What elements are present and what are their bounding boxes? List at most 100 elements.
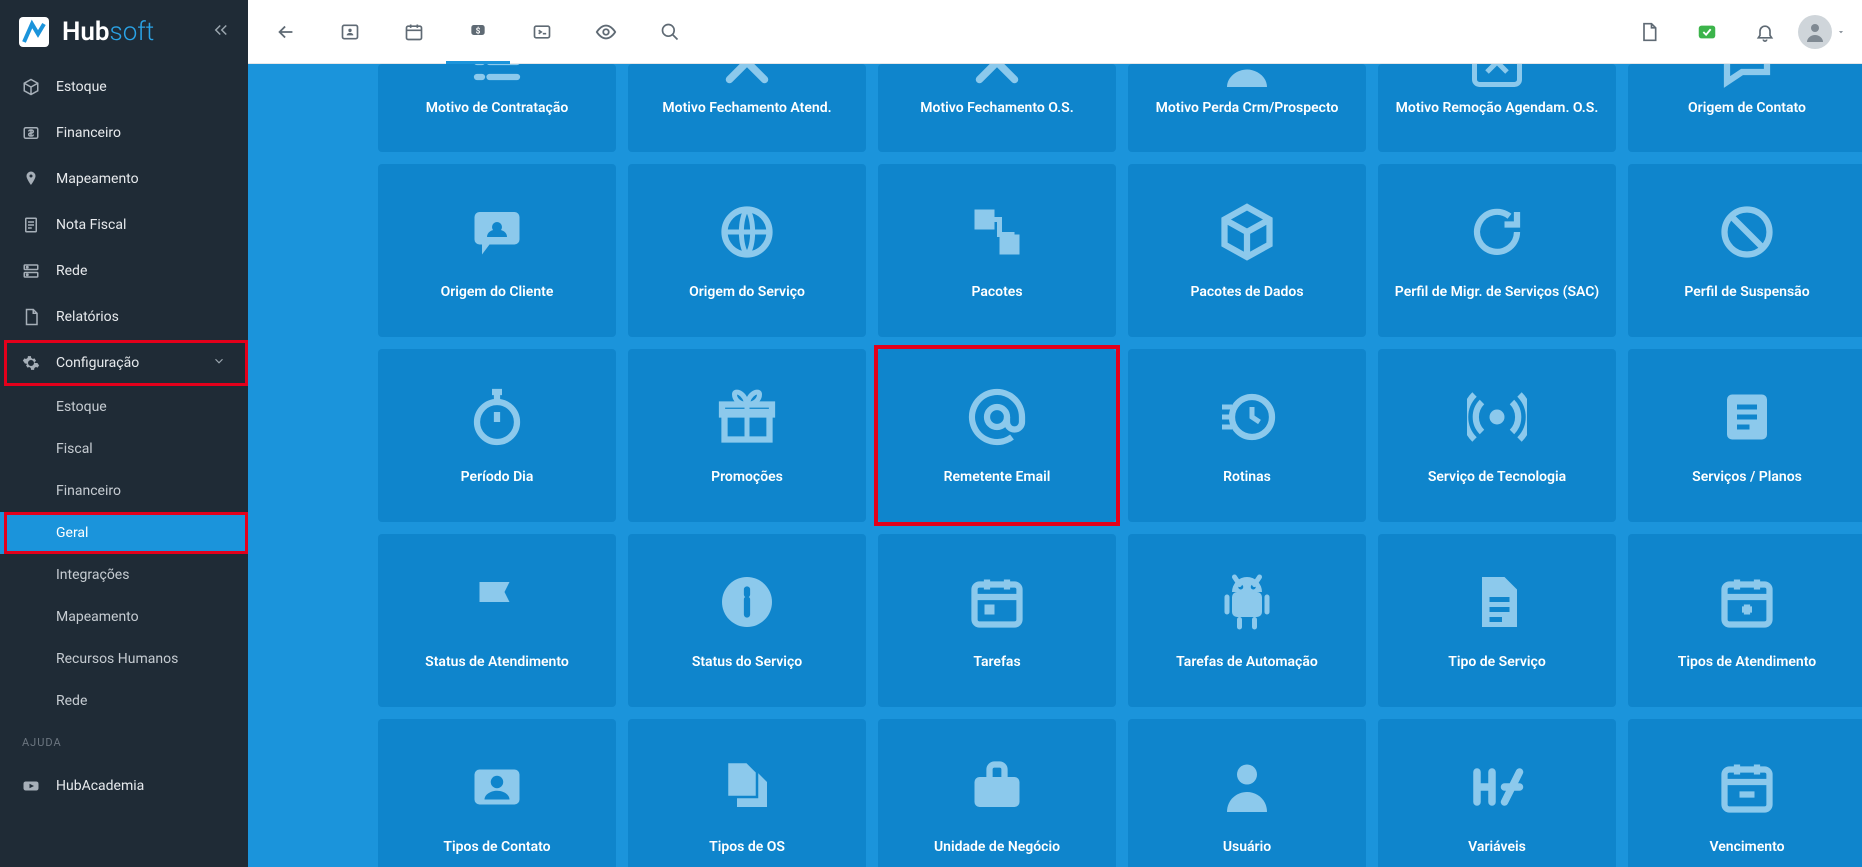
- status-ok-icon[interactable]: [1682, 0, 1732, 64]
- tile-label: Status de Atendimento: [417, 654, 577, 670]
- tile-motivo-fechamento-atend-[interactable]: Motivo Fechamento Atend.: [628, 64, 866, 152]
- sub-fiscal[interactable]: Fiscal: [0, 428, 248, 470]
- tile-rotinas[interactable]: Rotinas: [1128, 349, 1366, 522]
- tile-perfil-de-migr-de-servi-os-sac-[interactable]: Perfil de Migr. de Serviços (SAC): [1378, 164, 1616, 337]
- tile-pacotes[interactable]: Pacotes: [878, 164, 1116, 337]
- refresh-icon: [1467, 202, 1527, 262]
- user-menu[interactable]: [1798, 15, 1846, 49]
- tile-tipos-de-contato[interactable]: Tipos de Contato: [378, 719, 616, 867]
- tile-usu-rio[interactable]: Usuário: [1128, 719, 1366, 867]
- at-icon: [967, 387, 1027, 447]
- clock-fast-icon: [1217, 387, 1277, 447]
- info-icon: [717, 572, 777, 632]
- user-card-icon: [467, 757, 527, 817]
- nav-configuracao[interactable]: Configuração: [0, 340, 248, 386]
- tile-label: Tarefas de Automação: [1168, 654, 1326, 670]
- ban-icon: [1717, 202, 1777, 262]
- tile-vari-veis[interactable]: Variáveis: [1378, 719, 1616, 867]
- tile-promo-es[interactable]: Promoções: [628, 349, 866, 522]
- nav-estoque[interactable]: Estoque: [0, 64, 248, 110]
- nav-financeiro[interactable]: Financeiro: [0, 110, 248, 156]
- tile-status-de-atendimento[interactable]: Status de Atendimento: [378, 534, 616, 707]
- tile-label: Unidade de Negócio: [926, 839, 1068, 855]
- main-area: $ Motivo de Contratação Motivo Fechamento…: [248, 0, 1862, 867]
- gear-icon: [22, 354, 40, 372]
- file-lines-icon: [1467, 572, 1527, 632]
- tile-tipo-de-servi-o[interactable]: Tipo de Serviço: [1378, 534, 1616, 707]
- money-button[interactable]: $: [446, 0, 510, 64]
- tile-motivo-de-contrata-o[interactable]: Motivo de Contratação: [378, 64, 616, 152]
- nav-mapeamento[interactable]: Mapeamento: [0, 156, 248, 202]
- avatar-icon: [1798, 15, 1832, 49]
- tile-label: Motivo Fechamento Atend.: [654, 100, 839, 116]
- nav-relatorios[interactable]: Relatórios: [0, 294, 248, 340]
- config-subnav: Estoque Fiscal Financeiro Geral Integraç…: [0, 386, 248, 722]
- logo-mark-icon: [18, 16, 50, 48]
- nav-label: Nota Fiscal: [56, 217, 126, 233]
- search-button[interactable]: [638, 0, 702, 64]
- tile-motivo-fechamento-o-s-[interactable]: Motivo Fechamento O.S.: [878, 64, 1116, 152]
- close-x-icon: [717, 64, 777, 92]
- tile-servi-os-planos[interactable]: Serviços / Planos: [1628, 349, 1862, 522]
- tile-motivo-perda-crm-prospecto[interactable]: Motivo Perda Crm/Prospecto: [1128, 64, 1366, 152]
- calendar-board-icon: [967, 572, 1027, 632]
- tile-perfil-de-suspens-o[interactable]: Perfil de Suspensão: [1628, 164, 1862, 337]
- help-section-header: AJUDA: [0, 722, 248, 763]
- nav-rede[interactable]: Rede: [0, 248, 248, 294]
- sub-rede[interactable]: Rede: [0, 680, 248, 722]
- logo-row: Hubsoft: [0, 0, 248, 64]
- note-icon: [1717, 387, 1777, 447]
- calendar-button[interactable]: [382, 0, 446, 64]
- tile-label: Origem de Contato: [1680, 100, 1814, 116]
- nav-label: Rede: [56, 263, 87, 279]
- eye-button[interactable]: [574, 0, 638, 64]
- tile-label: Pacotes: [963, 284, 1030, 300]
- nav-label: Mapeamento: [56, 171, 139, 187]
- globe-icon: [717, 202, 777, 262]
- tile-vencimento[interactable]: Vencimento: [1628, 719, 1862, 867]
- map-pin-icon: [22, 170, 40, 188]
- sub-integracoes[interactable]: Integrações: [0, 554, 248, 596]
- tile-tipos-de-os[interactable]: Tipos de OS: [628, 719, 866, 867]
- nav-nota-fiscal[interactable]: Nota Fiscal: [0, 202, 248, 248]
- nav-hubacademia[interactable]: HubAcademia: [0, 763, 248, 809]
- tile-status-do-servi-o[interactable]: Status do Serviço: [628, 534, 866, 707]
- tile-pacotes-de-dados[interactable]: Pacotes de Dados: [1128, 164, 1366, 337]
- sub-recursos-humanos[interactable]: Recursos Humanos: [0, 638, 248, 680]
- tile-origem-do-servi-o[interactable]: Origem do Serviço: [628, 164, 866, 337]
- back-button[interactable]: [254, 0, 318, 64]
- user-card-button[interactable]: [318, 0, 382, 64]
- sub-financeiro[interactable]: Financeiro: [0, 470, 248, 512]
- sub-geral[interactable]: Geral: [0, 512, 248, 554]
- sub-mapeamento[interactable]: Mapeamento: [0, 596, 248, 638]
- collapse-sidebar-icon[interactable]: [212, 21, 230, 43]
- files-icon: [717, 757, 777, 817]
- tile-tarefas-de-automa-o[interactable]: Tarefas de Automação: [1128, 534, 1366, 707]
- terminal-button[interactable]: [510, 0, 574, 64]
- calendar-add-icon: [1717, 572, 1777, 632]
- calendar-dash-icon: [1717, 757, 1777, 817]
- primary-nav: Estoque Financeiro Mapeamento Nota Fisca…: [0, 64, 248, 386]
- tile-tarefas[interactable]: Tarefas: [878, 534, 1116, 707]
- tile-motivo-remo-o-agendam-o-s-[interactable]: Motivo Remoção Agendam. O.S.: [1378, 64, 1616, 152]
- tile-tipos-de-atendimento[interactable]: Tipos de Atendimento: [1628, 534, 1862, 707]
- tile-label: Status do Serviço: [684, 654, 810, 670]
- tile-label: Variáveis: [1460, 839, 1534, 855]
- nav-label: Financeiro: [56, 125, 121, 141]
- bell-button[interactable]: [1740, 0, 1790, 64]
- tile-remetente-email[interactable]: Remetente Email: [878, 349, 1116, 522]
- tile-servi-o-de-tecnologia[interactable]: Serviço de Tecnologia: [1378, 349, 1616, 522]
- tile-per-odo-dia[interactable]: Período Dia: [378, 349, 616, 522]
- tile-label: Tipos de Atendimento: [1670, 654, 1824, 670]
- sub-estoque[interactable]: Estoque: [0, 386, 248, 428]
- pdf-button[interactable]: [1624, 0, 1674, 64]
- tile-unidade-de-neg-cio[interactable]: Unidade de Negócio: [878, 719, 1116, 867]
- stopwatch-icon: [467, 387, 527, 447]
- server-icon: [22, 262, 40, 280]
- tile-origem-do-cliente[interactable]: Origem do Cliente: [378, 164, 616, 337]
- document-icon: [22, 216, 40, 234]
- tile-label: Tipos de OS: [701, 839, 793, 855]
- flag-icon: [467, 572, 527, 632]
- tile-label: Serviços / Planos: [1684, 469, 1810, 485]
- tile-origem-de-contato[interactable]: Origem de Contato: [1628, 64, 1862, 152]
